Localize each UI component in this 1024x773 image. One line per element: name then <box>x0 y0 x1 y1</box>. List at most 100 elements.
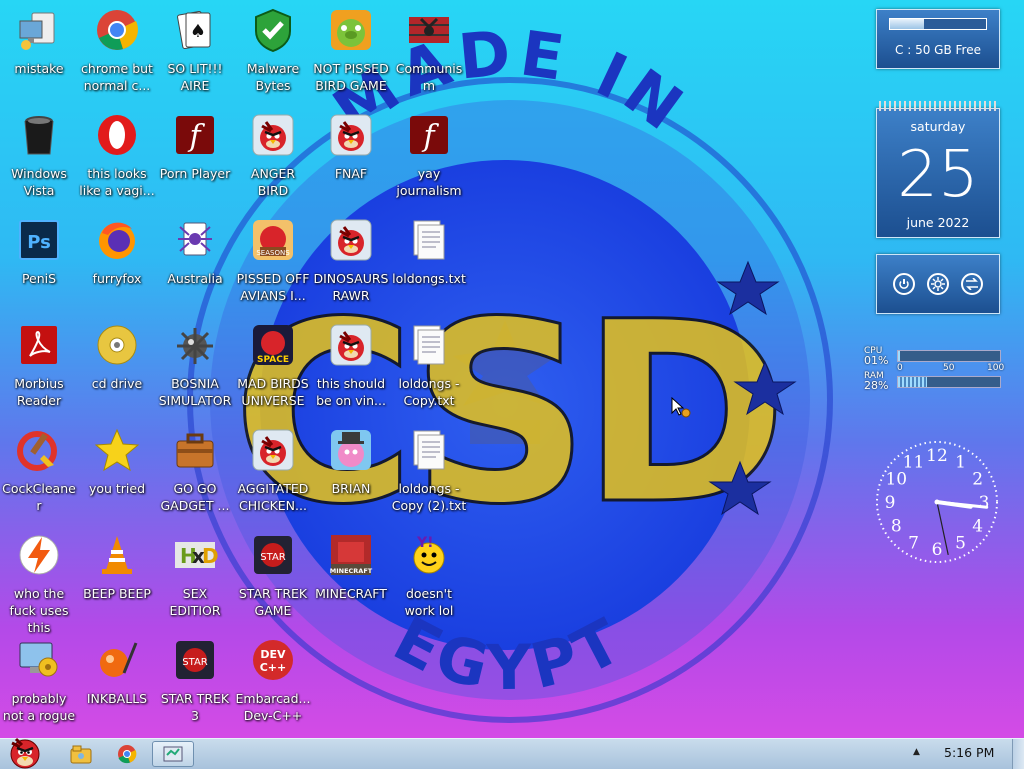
power-icon[interactable] <box>893 273 915 295</box>
desktop-icon-label: ANGER BIRD <box>250 166 296 198</box>
svg-text:Y!: Y! <box>416 535 434 551</box>
bin-icon <box>15 111 63 159</box>
tray-overflow-arrow[interactable]: ▲ <box>913 747 920 757</box>
calendar-gadget[interactable]: saturday 25 june 2022 <box>876 101 1000 238</box>
svg-text:MINECRAFT: MINECRAFT <box>330 567 373 575</box>
desktop[interactable]: MADE IN EGYPT CSD mistake chrome but norm… <box>0 0 1024 738</box>
desktop-icon-label: Malware Bytes <box>246 61 300 93</box>
taskbar-active-window[interactable] <box>152 741 194 767</box>
angry-birds-star-wars-icon: STAR <box>249 531 297 579</box>
calendar-weekday: saturday <box>910 119 966 134</box>
desktop-icon[interactable]: you tried <box>78 426 156 497</box>
desktop-icon-label: SEX EDITIOR <box>169 586 221 618</box>
computer-icon <box>15 6 63 54</box>
desktop-icon[interactable]: BEEP BEEP <box>78 531 156 602</box>
desktop-icon[interactable]: DEV C++ Embarcad... Dev-C++ <box>234 636 312 724</box>
desktop-icon[interactable]: loldongs - Copy.txt <box>390 321 468 409</box>
meter-scale-100: 100 <box>987 363 1005 373</box>
desktop-icon-label: FNAF <box>334 166 368 181</box>
clock-number: 3 <box>979 493 990 513</box>
desktop-icon[interactable]: f yay journalism <box>390 111 468 199</box>
angry-bird-icon <box>327 321 375 369</box>
angry-birds-space-icon: SPACE <box>249 321 297 369</box>
desktop-icon[interactable]: Communism <box>390 6 468 94</box>
green-pig-icon <box>327 6 375 54</box>
desktop-icon[interactable]: loldongs - Copy (2).txt <box>390 426 468 514</box>
desktop-icon-label: mistake <box>14 61 64 76</box>
desktop-icon[interactable]: Hx D SEX EDITIOR <box>156 531 234 619</box>
desktop-icon[interactable]: chrome but normal c... <box>78 6 156 94</box>
desktop-icon-label: Communism <box>395 61 463 93</box>
desktop-icon[interactable]: probably not a rogue <box>0 636 78 724</box>
desktop-icon[interactable]: SPACE MAD BIRDS UNIVERSE <box>234 321 312 409</box>
desktop-icon[interactable]: mistake <box>0 6 78 77</box>
desktop-icon[interactable]: Ps PeniS <box>0 216 78 287</box>
desktop-icon[interactable]: NOT PISSED BIRD GAME <box>312 6 390 94</box>
desktop-icon[interactable]: DINOSAURS RAWR <box>312 216 390 304</box>
desktop-icon[interactable]: Y! doesn't work lol <box>390 531 468 619</box>
desktop-icon[interactable]: ANGER BIRD <box>234 111 312 199</box>
desktop-icon[interactable]: GO GO GADGET ... <box>156 426 234 514</box>
desktop-icon[interactable]: MINECRAFT MINECRAFT <box>312 531 390 602</box>
ram-bar <box>897 376 1001 388</box>
show-desktop-button[interactable] <box>1012 739 1024 769</box>
desktop-icon-label: Porn Player <box>159 166 231 181</box>
desktop-icon-label: this should be on vin... <box>316 376 386 408</box>
taskbar-chrome[interactable] <box>106 741 148 767</box>
desktop-icon[interactable]: this looks like a vagi... <box>78 111 156 199</box>
desktop-icon[interactable]: f Porn Player <box>156 111 234 182</box>
desktop-icon[interactable]: Malware Bytes <box>234 6 312 94</box>
svg-text:Ps: Ps <box>27 232 51 253</box>
clock-number: 8 <box>891 517 902 537</box>
desktop-icon[interactable]: FNAF <box>312 111 390 182</box>
gear-icon[interactable] <box>927 273 949 295</box>
desktop-icon[interactable]: Australia <box>156 216 234 287</box>
desktop-icon[interactable]: BRIAN <box>312 426 390 497</box>
drive-free-label: C : 50 GB Free <box>895 43 981 57</box>
switch-icon[interactable] <box>961 273 983 295</box>
clock-gadget[interactable]: 12 12 3 45678 9 1011 <box>873 438 1001 566</box>
desktop-icon-label: BRIAN <box>331 481 371 496</box>
taskbar-explorer[interactable] <box>60 741 102 767</box>
desktop-icon-label: PISSED OFF AVIANS I... <box>236 271 310 303</box>
devcpp-icon: DEV C++ <box>249 636 297 684</box>
clock-number: 5 <box>955 534 966 554</box>
desktop-icon[interactable]: INKBALLS <box>78 636 156 707</box>
desktop-icon[interactable]: ♠ SO LIT!!! AIRE <box>156 6 234 94</box>
desktop-icon[interactable]: Windows Vista <box>0 111 78 199</box>
desktop-icon-label: Morbius Reader <box>14 376 64 408</box>
desktop-icon[interactable]: STAR STAR TREK GAME <box>234 531 312 619</box>
desktop-icon[interactable]: who the fuck uses this <box>0 531 78 636</box>
desktop-icon-label: chrome but normal c... <box>81 61 153 93</box>
tray-clock[interactable]: 5:16 PM <box>944 745 994 760</box>
desktop-icon[interactable]: cd drive <box>78 321 156 392</box>
svg-text:SPACE: SPACE <box>257 355 289 365</box>
monitor-gears-icon <box>15 636 63 684</box>
desktop-icon[interactable]: SEASONS PISSED OFF AVIANS I... <box>234 216 312 304</box>
flash-icon: f <box>405 111 453 159</box>
desktop-icon[interactable]: this should be on vin... <box>312 321 390 409</box>
desktop-icon-label: PeniS <box>21 271 57 286</box>
desktop-icon[interactable]: AGGITATED CHICKEN... <box>234 426 312 514</box>
start-button[interactable] <box>2 733 48 769</box>
angry-birds-seasons-icon: SEASONS <box>249 216 297 264</box>
desktop-icon[interactable]: loldongs.txt <box>390 216 468 287</box>
calendar-rings <box>879 101 997 111</box>
minecraft-icon: MINECRAFT <box>327 531 375 579</box>
meter-scale-50: 50 <box>943 363 955 373</box>
clock-number: 12 <box>926 446 948 466</box>
chrome-icon <box>93 6 141 54</box>
angry-bird-icon <box>249 111 297 159</box>
desktop-icon-label: STAR TREK GAME <box>238 586 308 618</box>
desktop-icon[interactable]: STAR STAR TREK 3 <box>156 636 234 724</box>
drive-usage-bar <box>889 18 987 30</box>
cd-icon <box>93 321 141 369</box>
desktop-icon[interactable]: BOSNIA SIMULATOR <box>156 321 234 409</box>
clock-number: 2 <box>972 470 983 490</box>
desktop-icon[interactable]: Morbius Reader <box>0 321 78 409</box>
drive-space-gadget[interactable]: C : 50 GB Free <box>876 9 1000 69</box>
cpu-meter-gadget[interactable]: CPU 01% 0 50 100 RAM 28% <box>861 346 1005 392</box>
desktop-icon[interactable]: CockCleaner <box>0 426 78 514</box>
wallpaper-center-text: CSD <box>232 268 778 559</box>
desktop-icon[interactable]: furryfox <box>78 216 156 287</box>
